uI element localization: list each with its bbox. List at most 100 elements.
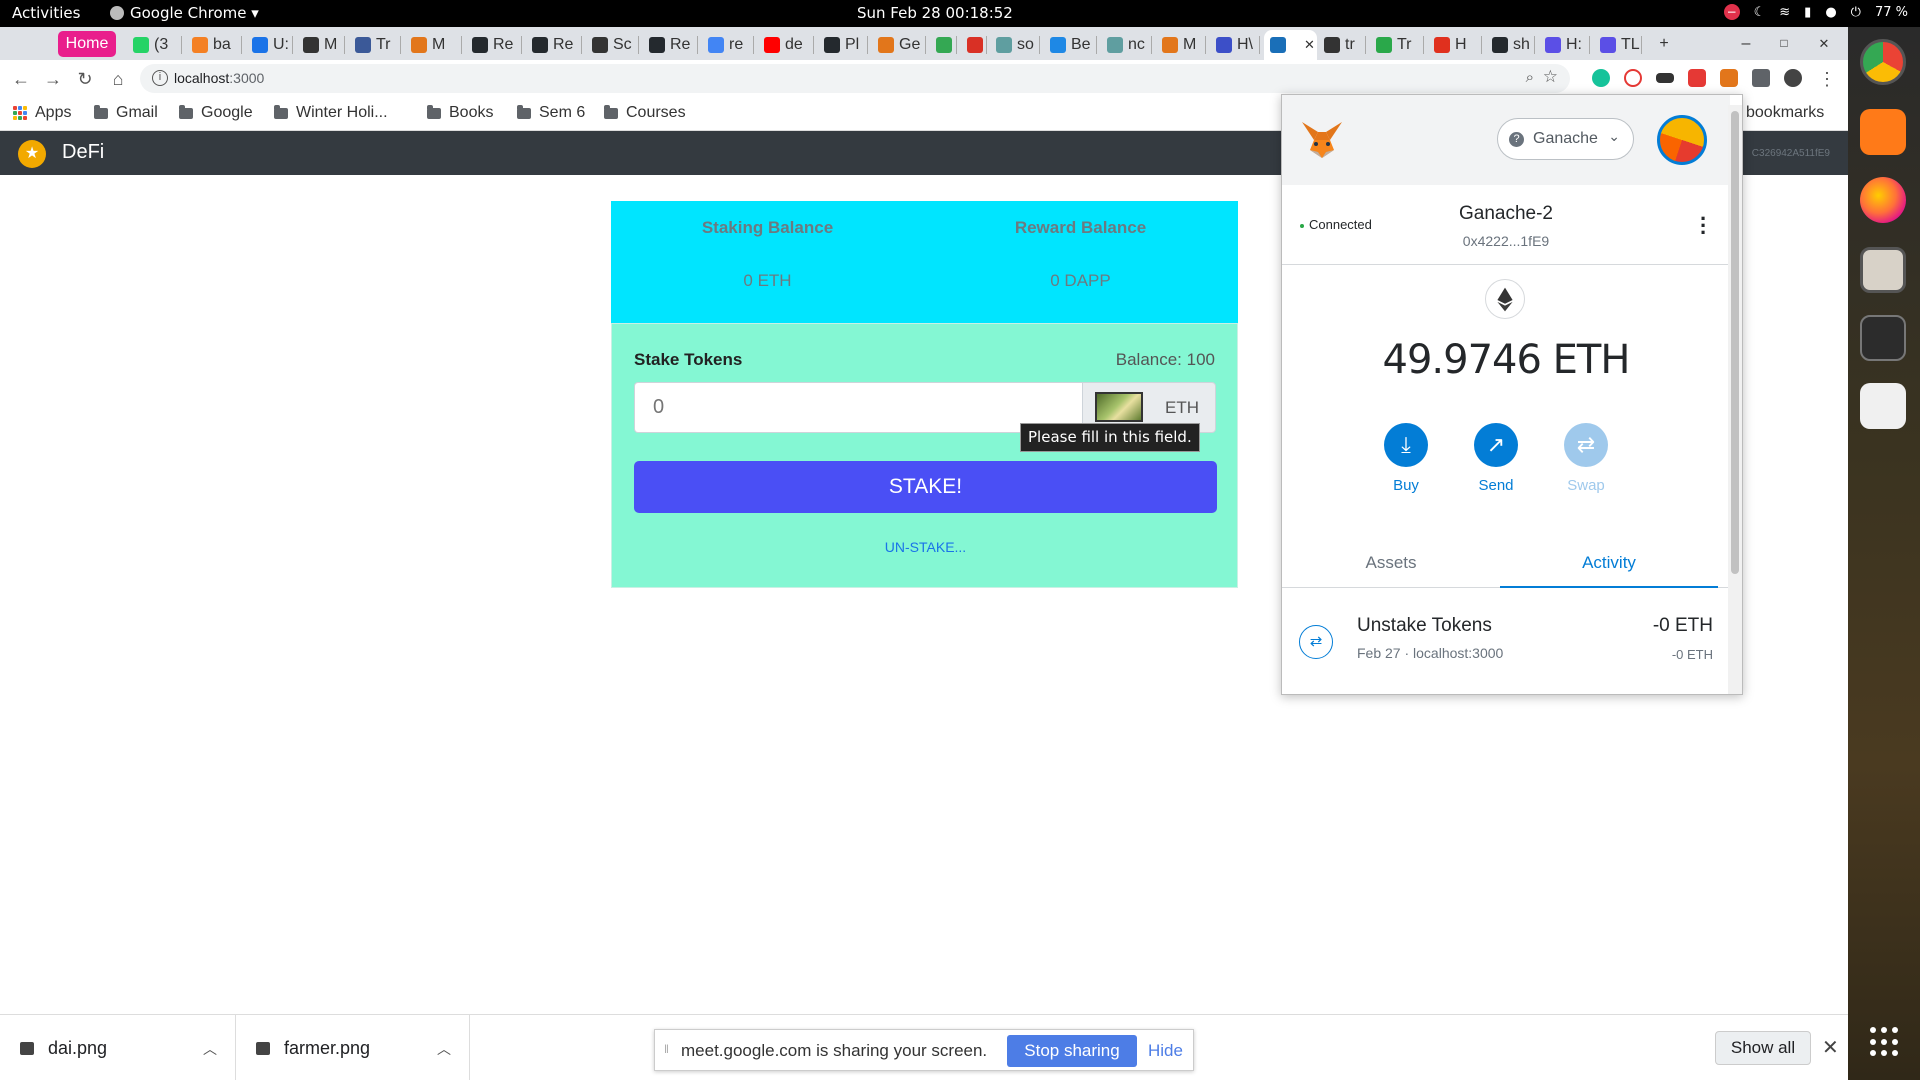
back-icon[interactable]: ← xyxy=(9,67,33,91)
address-bar[interactable]: i localhost:3000 ⌕ ☆ xyxy=(140,64,1570,93)
browser-tab[interactable]: Re xyxy=(643,30,698,60)
stake-amount-input[interactable] xyxy=(634,382,1082,433)
bookmark-winter-holidays[interactable]: Winter Holi... xyxy=(274,104,388,122)
bookmark-apps[interactable]: Apps xyxy=(13,104,71,122)
maximize-button[interactable]: □ xyxy=(1764,27,1804,60)
url-text[interactable]: localhost:3000 xyxy=(174,70,264,86)
chevron-up-icon[interactable]: ︿ xyxy=(203,1039,217,1059)
metamask-extension-icon[interactable] xyxy=(1720,69,1738,87)
browser-tab[interactable]: tr xyxy=(1318,30,1366,60)
document-viewer-dock-icon[interactable] xyxy=(1860,383,1906,429)
screen-record-icon[interactable]: − xyxy=(1723,4,1740,20)
bookmark-books[interactable]: Books xyxy=(427,104,493,122)
browser-tab[interactable]: (3 xyxy=(127,30,182,60)
show-all-downloads-button[interactable]: Show all xyxy=(1715,1031,1811,1065)
chrome-dock-icon[interactable] xyxy=(1860,39,1906,85)
stop-sharing-button[interactable]: Stop sharing xyxy=(1007,1035,1137,1067)
browser-tab[interactable]: Sc xyxy=(586,30,639,60)
browser-tab[interactable] xyxy=(961,30,987,60)
browser-tab[interactable]: de xyxy=(758,30,814,60)
token-symbol: ETH xyxy=(1165,398,1199,417)
browser-tab[interactable]: sh xyxy=(1486,30,1535,60)
browser-tab[interactable]: Pl xyxy=(818,30,868,60)
chevron-up-icon[interactable]: ︿ xyxy=(437,1039,451,1059)
browser-tab[interactable]: M xyxy=(1156,30,1206,60)
browser-tab[interactable]: re xyxy=(702,30,754,60)
terminal-dock-icon[interactable] xyxy=(1860,315,1906,361)
browser-tab[interactable]: TL xyxy=(1594,30,1642,60)
bookmark-gmail[interactable]: Gmail xyxy=(94,104,158,122)
grammarly-extension-icon[interactable] xyxy=(1592,69,1610,87)
browser-tab[interactable]: ba xyxy=(186,30,242,60)
network-selector[interactable]: ? Ganache ⌄ xyxy=(1497,118,1634,160)
transaction-item[interactable]: ⇄ Unstake Tokens Feb 27 · localhost:3000… xyxy=(1282,588,1730,694)
extension-icon[interactable] xyxy=(1624,69,1642,87)
activities-button[interactable]: Activities xyxy=(12,4,80,22)
browser-tab[interactable]: U: xyxy=(246,30,293,60)
browser-tab[interactable]: H\ xyxy=(1210,30,1260,60)
browser-tab[interactable]: Tr xyxy=(1370,30,1424,60)
browser-tab[interactable]: nc xyxy=(1101,30,1152,60)
tab-home[interactable]: Home xyxy=(58,31,116,57)
sublime-text-dock-icon[interactable] xyxy=(1860,109,1906,155)
close-downloads-icon[interactable]: ✕ xyxy=(1822,1035,1839,1060)
browser-tab[interactable]: M xyxy=(297,30,345,60)
hide-button[interactable]: Hide xyxy=(1148,1041,1183,1061)
show-applications-icon[interactable] xyxy=(1870,1027,1900,1057)
account-address-short[interactable]: 0x4222...1fE9 xyxy=(1282,233,1730,249)
browser-tab[interactable]: H: xyxy=(1539,30,1590,60)
browser-tab[interactable]: ✕ xyxy=(1264,30,1317,60)
system-tray[interactable]: − ☾ ≋ ▮ ● ⏻ 77 % xyxy=(1723,4,1908,20)
zoom-icon[interactable]: ⌕ xyxy=(1526,69,1534,86)
bookmark-courses[interactable]: Courses xyxy=(604,104,686,122)
browser-tab[interactable]: H xyxy=(1428,30,1482,60)
bookmark-google[interactable]: Google xyxy=(179,104,253,122)
site-info-icon[interactable]: i xyxy=(152,70,168,86)
browser-tab[interactable]: M xyxy=(405,30,462,60)
tab-assets[interactable]: Assets xyxy=(1282,538,1500,588)
metamask-scrollbar[interactable] xyxy=(1728,105,1742,694)
close-tab-icon[interactable]: ✕ xyxy=(1304,37,1315,53)
scrollbar-thumb[interactable] xyxy=(1731,111,1739,574)
browser-tab[interactable]: Ge xyxy=(872,30,926,60)
browser-tab[interactable]: Re xyxy=(466,30,522,60)
account-options-icon[interactable]: · · · xyxy=(1700,208,1707,244)
browser-tab[interactable]: Be xyxy=(1044,30,1097,60)
drag-handle-icon[interactable]: ‖ xyxy=(664,1042,669,1056)
send-action[interactable]: ↗ Send xyxy=(1466,423,1526,494)
minimize-button[interactable]: – xyxy=(1726,27,1766,60)
browser-tab[interactable]: Re xyxy=(526,30,582,60)
app-menu[interactable]: Google Chrome ▾ xyxy=(110,4,259,22)
app-brand[interactable]: DeFi xyxy=(62,141,104,164)
close-window-button[interactable]: ✕ xyxy=(1804,27,1844,60)
other-bookmarks[interactable]: bookmarks xyxy=(1746,104,1824,122)
bookmark-star-icon[interactable]: ☆ xyxy=(1543,67,1558,87)
reload-icon[interactable]: ↻ xyxy=(73,67,97,91)
extensions-puzzle-icon[interactable] xyxy=(1752,69,1770,87)
extension-icon[interactable] xyxy=(1688,69,1706,87)
download-item[interactable]: dai.png ︿ xyxy=(0,1015,236,1080)
chrome-menu-icon[interactable]: ⋮ xyxy=(1815,67,1839,91)
buy-action[interactable]: ⤓ Buy xyxy=(1376,423,1436,494)
swap-action[interactable]: ⇄ Swap xyxy=(1556,423,1616,494)
home-icon[interactable]: ⌂ xyxy=(106,67,130,91)
extension-icon[interactable] xyxy=(1656,73,1674,83)
browser-toolbar: ← → ↻ ⌂ i localhost:3000 ⌕ ☆ ⋮ xyxy=(0,60,1848,97)
files-dock-icon[interactable] xyxy=(1860,247,1906,293)
browser-tab[interactable]: so xyxy=(990,30,1040,60)
new-tab-button[interactable]: + xyxy=(1644,27,1684,60)
defi-logo-icon[interactable]: ★ xyxy=(18,140,46,168)
profile-avatar[interactable] xyxy=(1784,69,1802,87)
browser-tab[interactable] xyxy=(930,30,957,60)
forward-icon[interactable]: → xyxy=(41,67,65,91)
browser-tab[interactable]: Tr xyxy=(349,30,401,60)
tab-activity[interactable]: Activity xyxy=(1500,538,1718,588)
bookmark-sem-6[interactable]: Sem 6 xyxy=(517,104,585,122)
account-avatar[interactable] xyxy=(1657,115,1707,165)
unstake-link[interactable]: UN-STAKE... xyxy=(612,539,1239,555)
tab-label: Tr xyxy=(1397,36,1412,53)
download-item[interactable]: farmer.png ︿ xyxy=(236,1015,470,1080)
clock[interactable]: Sun Feb 28 00:18:52 xyxy=(857,4,1013,22)
firefox-dock-icon[interactable] xyxy=(1860,177,1906,223)
stake-button[interactable]: STAKE! xyxy=(634,461,1217,513)
